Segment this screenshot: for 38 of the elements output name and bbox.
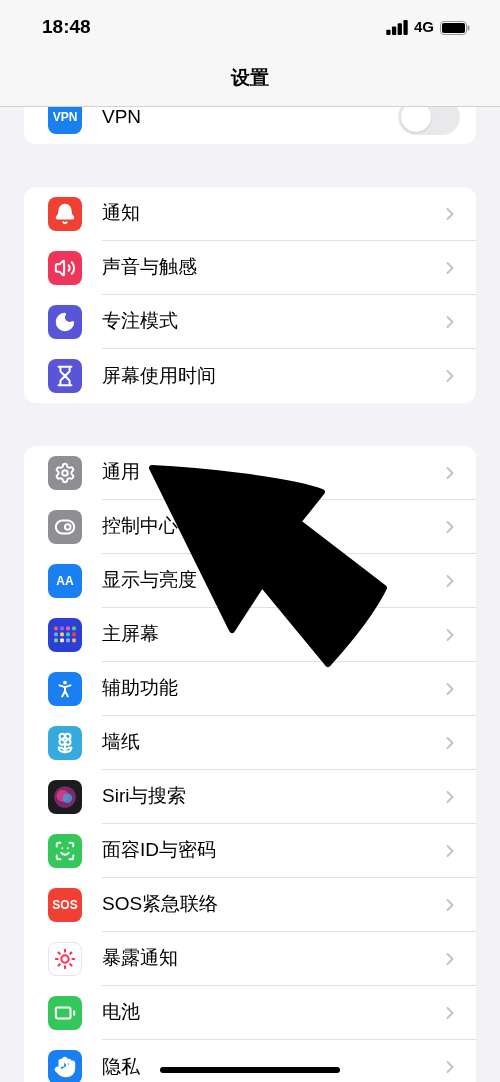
settings-row[interactable]: 辅助功能 [24, 662, 476, 716]
settings-row[interactable]: 面容ID与密码 [24, 824, 476, 878]
settings-row[interactable]: 屏幕使用时间 [24, 349, 476, 403]
row-label: 控制中心 [102, 514, 178, 539]
row-label: 暴露通知 [102, 946, 178, 971]
row-label: Siri与搜索 [102, 784, 187, 809]
row-label: 墙纸 [102, 730, 140, 755]
row-label: 显示与亮度 [102, 568, 197, 593]
row-label: 通用 [102, 460, 140, 485]
settings-row[interactable]: 电池 [24, 986, 476, 1040]
settings-row[interactable]: Siri与搜索 [24, 770, 476, 824]
settings-row[interactable]: VPN VPN [24, 107, 476, 144]
row-label: 电池 [102, 1000, 140, 1025]
row-label: SOS紧急联络 [102, 892, 219, 917]
settings-row[interactable]: 声音与触感 [24, 241, 476, 295]
settings-row[interactable]: 通知 [24, 187, 476, 241]
signal-icon [386, 20, 408, 35]
status-time: 18:48 [42, 15, 91, 40]
row-label: 面容ID与密码 [102, 838, 216, 863]
row-label: 屏幕使用时间 [102, 363, 216, 388]
settings-row[interactable]: 墙纸 [24, 716, 476, 770]
row-label: 通知 [102, 201, 140, 226]
settings-row[interactable]: 暴露通知 [24, 932, 476, 986]
app-icon: SOS [48, 888, 82, 922]
row-label: 辅助功能 [102, 676, 178, 701]
row-label: 专注模式 [102, 309, 178, 334]
settings-row[interactable]: 专注模式 [24, 295, 476, 349]
battery-icon [440, 20, 470, 35]
app-icon: AA [48, 564, 82, 598]
app-icon: VPN [48, 107, 82, 134]
row-label: VPN [102, 107, 142, 129]
toggle-switch[interactable] [398, 107, 460, 135]
settings-row[interactable]: SOS SOS紧急联络 [24, 878, 476, 932]
row-label: 主屏幕 [102, 622, 159, 647]
row-label: 隐私 [102, 1054, 140, 1079]
network-label: 4G [414, 17, 434, 38]
page-title: 设置 [231, 66, 269, 91]
row-label: 声音与触感 [102, 255, 197, 280]
